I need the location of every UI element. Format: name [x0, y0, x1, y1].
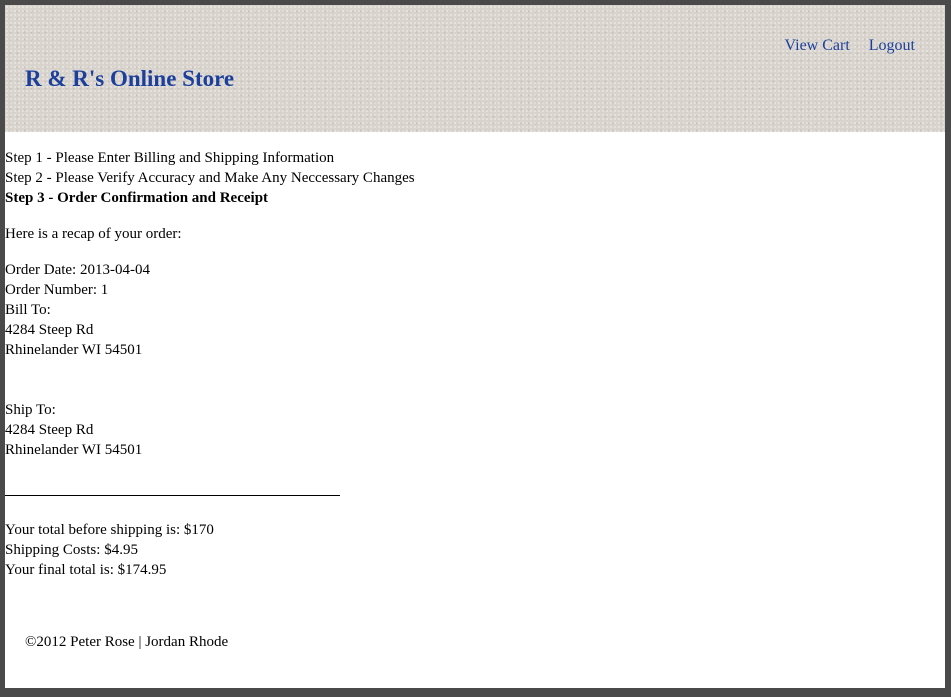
step-2: Step 2 - Please Verify Accuracy and Make… — [5, 170, 415, 186]
ship-to-city: Rhinelander WI 54501 — [5, 442, 143, 458]
site-header: R & R's Online Store View Cart Logout — [5, 5, 945, 132]
recap-intro: Here is a recap of your order: — [5, 226, 182, 242]
bill-to-street: 4284 Steep Rd — [5, 322, 94, 338]
order-number: Order Number: 1 — [5, 282, 109, 298]
logout-link[interactable]: Logout — [869, 37, 915, 54]
shipping-cost: Shipping Costs: $4.95 — [5, 542, 138, 558]
copyright: ©2012 Peter Rose | Jordan Rhode — [25, 634, 229, 650]
ship-to-street: 4284 Steep Rd — [5, 422, 94, 438]
order-date: Order Date: 2013-04-04 — [5, 262, 150, 278]
top-nav: View Cart Logout — [770, 36, 915, 56]
site-title[interactable]: R & R's Online Store — [25, 65, 234, 93]
footer: ©2012 Peter Rose | Jordan Rhode — [25, 632, 228, 652]
final-total: Your final total is: $174.95 — [5, 562, 167, 578]
divider — [5, 495, 340, 496]
view-cart-link[interactable]: View Cart — [785, 37, 850, 54]
checkout-content: Step 1 - Please Enter Billing and Shippi… — [5, 148, 935, 460]
bill-to-label: Bill To: — [5, 302, 51, 318]
page-frame: R & R's Online Store View Cart Logout St… — [5, 5, 945, 688]
step-1: Step 1 - Please Enter Billing and Shippi… — [5, 150, 335, 166]
step-3-current: Step 3 - Order Confirmation and Receipt — [5, 190, 269, 206]
ship-to-label: Ship To: — [5, 402, 56, 418]
order-totals: Your total before shipping is: $170 Ship… — [5, 520, 214, 580]
bill-to-city: Rhinelander WI 54501 — [5, 342, 143, 358]
subtotal: Your total before shipping is: $170 — [5, 522, 214, 538]
